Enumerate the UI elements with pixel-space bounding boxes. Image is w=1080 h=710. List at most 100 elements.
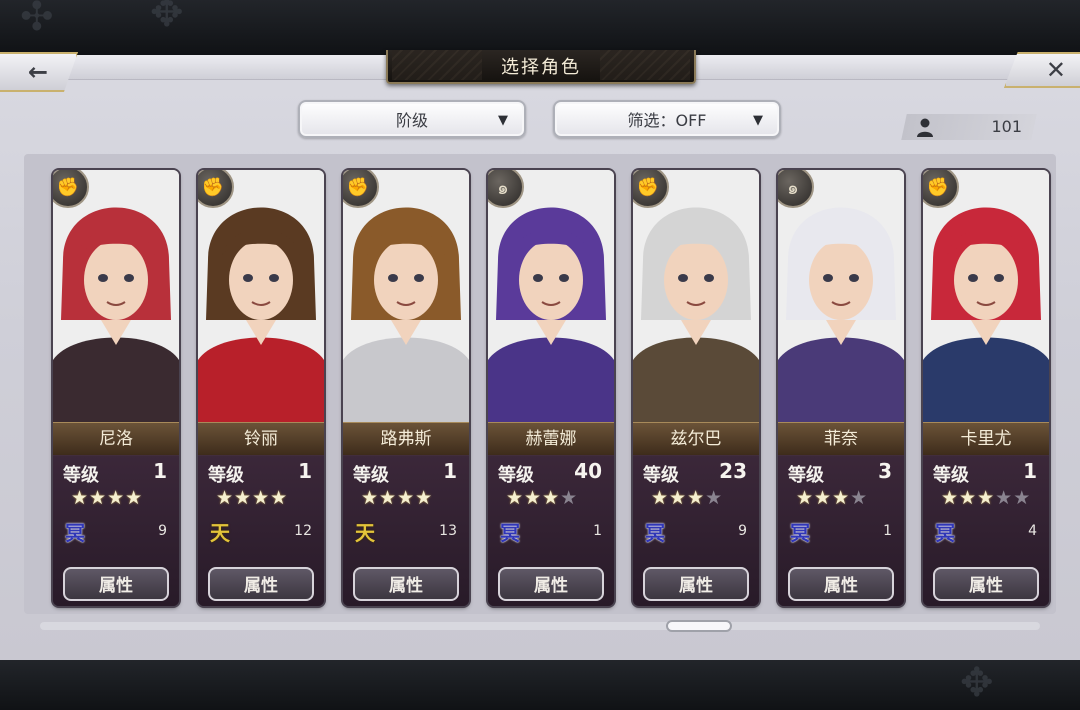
character-portrait <box>343 170 469 422</box>
attributes-button[interactable]: 属性 <box>208 567 314 601</box>
character-info: 等级 3 ★★★★ 冥 1 属性 <box>778 455 904 606</box>
character-info: 等级 40 ★★★★ 冥 1 属性 <box>488 455 614 606</box>
character-info: 等级 1 ★★★★★ 冥 4 属性 <box>923 455 1049 606</box>
roster-count: 101 <box>991 117 1022 136</box>
star-rating: ★★★★ <box>796 487 868 509</box>
rank-sort-label: 阶级 <box>395 111 428 130</box>
star-icon: ★ <box>216 487 235 509</box>
tier-badge: 冥 <box>500 521 520 545</box>
filter-label: 筛选：OFF <box>627 111 707 130</box>
page-title-plate: 选择角色 <box>386 50 696 84</box>
level-label: 等级 <box>933 465 969 486</box>
star-icon: ★ <box>814 487 833 509</box>
attributes-button[interactable]: 属性 <box>643 567 749 601</box>
character-card[interactable]: ✊ 卡里尤 等级 1 ★★★★★ 冥 4 属性 <box>923 170 1049 606</box>
title-decor-right <box>600 50 690 80</box>
star-icon: ★ <box>651 487 670 509</box>
tier-count: 9 <box>158 523 167 539</box>
character-card[interactable]: ✊ 兹尔巴 等级 23 ★★★★ 冥 9 属性 <box>633 170 759 606</box>
star-icon: ★ <box>234 487 253 509</box>
horizontal-scrollbar[interactable] <box>40 622 1040 630</box>
character-name: 尼洛 <box>53 422 179 456</box>
ornament-icon: ✣ <box>20 0 54 40</box>
star-icon: ★ <box>506 487 525 509</box>
star-rating: ★★★★ <box>216 487 288 509</box>
star-icon: ★ <box>252 487 271 509</box>
tier-badge: 天 <box>355 521 375 545</box>
star-rating: ★★★★ <box>506 487 578 509</box>
page-title: 选择角色 <box>501 57 581 78</box>
tier-badge: 天 <box>210 521 230 545</box>
character-name: 铃丽 <box>198 422 324 456</box>
close-icon: ✕ <box>1045 56 1066 84</box>
character-portrait <box>198 170 324 422</box>
star-icon: ★ <box>89 487 108 509</box>
character-portrait <box>633 170 759 422</box>
star-rating: ★★★★★ <box>941 487 1031 509</box>
scrollbar-thumb[interactable] <box>666 620 732 632</box>
level-value: 1 <box>443 459 457 483</box>
back-arrow-icon: ← <box>27 58 49 86</box>
character-card[interactable]: ๑ 菲奈 等级 3 ★★★★ 冥 1 属性 <box>778 170 904 606</box>
attributes-button[interactable]: 属性 <box>788 567 894 601</box>
level-value: 1 <box>1023 459 1037 483</box>
star-icon: ★ <box>796 487 815 509</box>
tier-badge: 冥 <box>790 521 810 545</box>
character-name: 兹尔巴 <box>633 422 759 456</box>
person-icon <box>917 118 933 137</box>
attributes-button[interactable]: 属性 <box>498 567 604 601</box>
star-icon: ★ <box>687 487 706 509</box>
character-portrait <box>488 170 614 422</box>
chevron-down-icon: ▼ <box>753 113 763 128</box>
level-label: 等级 <box>353 465 389 486</box>
star-icon: ★ <box>379 487 398 509</box>
character-info: 等级 1 ★★★★ 天 13 属性 <box>343 455 469 606</box>
star-icon: ★ <box>125 487 144 509</box>
character-list: ✊ 尼洛 等级 1 ★★★★ 冥 9 属性 ✊ 铃丽 等级 1 ★★★★ 天 1… <box>24 154 1056 614</box>
star-icon: ★ <box>361 487 380 509</box>
star-icon: ★ <box>524 487 543 509</box>
attributes-button[interactable]: 属性 <box>353 567 459 601</box>
character-portrait <box>778 170 904 422</box>
level-value: 1 <box>298 459 312 483</box>
character-card[interactable]: ✊ 路弗斯 等级 1 ★★★★ 天 13 属性 <box>343 170 469 606</box>
tier-count: 1 <box>883 523 892 539</box>
character-info: 等级 1 ★★★★ 冥 9 属性 <box>53 455 179 606</box>
level-label: 等级 <box>208 465 244 486</box>
character-card[interactable]: ๑ 赫蕾娜 等级 40 ★★★★ 冥 1 属性 <box>488 170 614 606</box>
filter-dropdown[interactable]: 筛选：OFF ▼ <box>553 100 781 138</box>
level-value: 3 <box>878 459 892 483</box>
tier-badge: 冥 <box>935 521 955 545</box>
star-rating: ★★★★ <box>71 487 143 509</box>
level-label: 等级 <box>63 465 99 486</box>
star-icon: ★ <box>832 487 851 509</box>
character-portrait <box>53 170 179 422</box>
level-value: 40 <box>574 459 602 483</box>
character-info: 等级 1 ★★★★ 天 12 属性 <box>198 455 324 606</box>
star-rating: ★★★★ <box>361 487 433 509</box>
star-icon: ★ <box>270 487 289 509</box>
tier-count: 13 <box>439 523 457 539</box>
star-icon: ★ <box>542 487 561 509</box>
chevron-down-icon: ▼ <box>498 113 508 128</box>
star-rating: ★★★★ <box>651 487 723 509</box>
level-label: 等级 <box>643 465 679 486</box>
star-icon: ★ <box>397 487 416 509</box>
character-name: 路弗斯 <box>343 422 469 456</box>
star-icon: ★ <box>1013 487 1032 509</box>
tier-count: 12 <box>294 523 312 539</box>
ornament-icon: ✥ <box>960 660 994 706</box>
character-card[interactable]: ✊ 铃丽 等级 1 ★★★★ 天 12 属性 <box>198 170 324 606</box>
level-value: 23 <box>719 459 747 483</box>
level-value: 1 <box>153 459 167 483</box>
star-icon: ★ <box>705 487 724 509</box>
attributes-button[interactable]: 属性 <box>933 567 1039 601</box>
level-label: 等级 <box>788 465 824 486</box>
tier-badge: 冥 <box>65 521 85 545</box>
tier-count: 4 <box>1028 523 1037 539</box>
character-card[interactable]: ✊ 尼洛 等级 1 ★★★★ 冥 9 属性 <box>53 170 179 606</box>
bottom-decor-band: ✥ <box>0 660 1080 710</box>
rank-sort-dropdown[interactable]: 阶级 ▼ <box>298 100 526 138</box>
character-name: 卡里尤 <box>923 422 1049 456</box>
attributes-button[interactable]: 属性 <box>63 567 169 601</box>
